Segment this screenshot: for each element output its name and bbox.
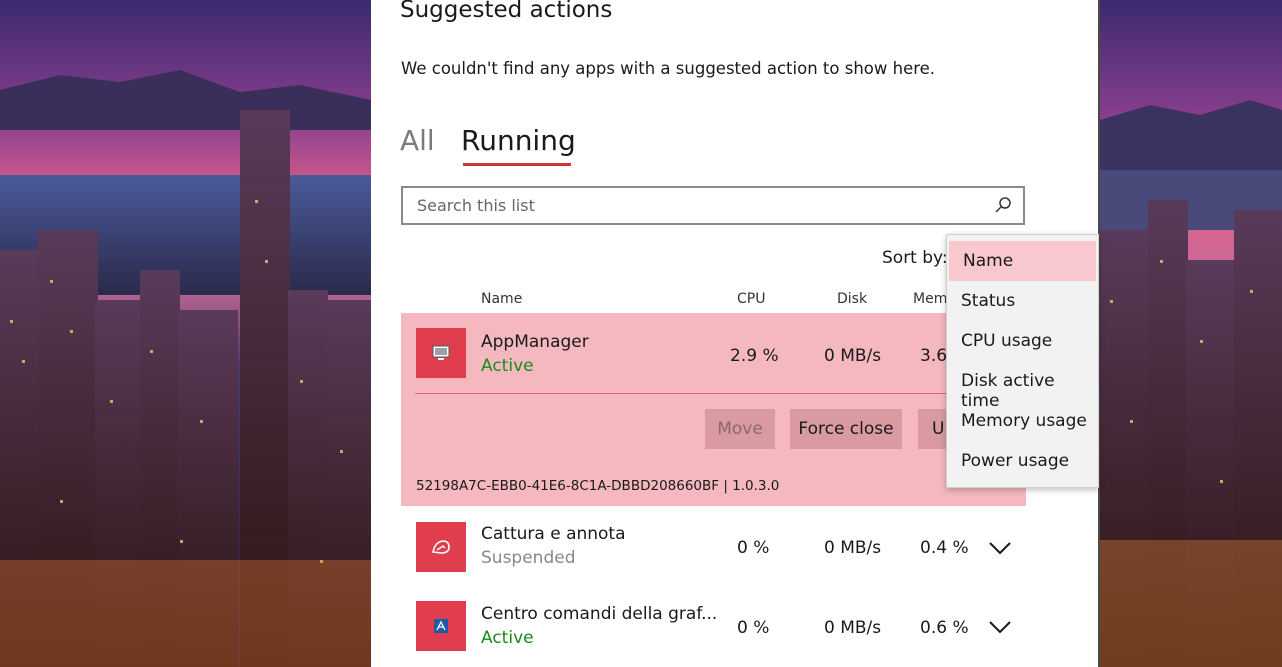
tab-selected-indicator: [463, 163, 571, 166]
app-icon: [416, 328, 466, 378]
move-button[interactable]: Move: [705, 409, 775, 449]
search-box[interactable]: Search this list: [401, 186, 1025, 225]
app-disk: 0 MB/s: [824, 538, 882, 558]
sort-by-menu: Name Status CPU usage Disk active time M…: [946, 234, 1099, 488]
sort-option-label: CPU usage: [961, 331, 1053, 351]
app-memory: 0.6 %: [920, 618, 969, 638]
column-header-cpu[interactable]: CPU: [737, 291, 765, 307]
app-row-cattura[interactable]: Cattura e annota Suspended 0 % 0 MB/s 0.…: [401, 507, 1026, 587]
page-title: Suggested actions: [400, 0, 613, 23]
sort-option-cpu-usage[interactable]: CPU usage: [947, 321, 1098, 361]
app-status: Active: [481, 356, 534, 376]
sort-option-name[interactable]: Name: [949, 241, 1096, 281]
app-memory: 0.4 %: [920, 538, 969, 558]
app-cpu: 0 %: [737, 538, 770, 558]
column-header-name[interactable]: Name: [481, 291, 522, 307]
sort-option-status[interactable]: Status: [947, 281, 1098, 321]
column-header-memory[interactable]: Mem: [913, 291, 947, 307]
sort-option-label: Status: [961, 291, 1016, 311]
row-divider: [415, 393, 1025, 394]
graphics-command-center-icon: [434, 619, 448, 633]
app-name: Cattura e annota: [481, 524, 626, 544]
app-row-appmanager[interactable]: AppManager Active 2.9 % 0 MB/s 3.6 Move …: [401, 313, 1026, 506]
sort-by-label: Sort by:: [882, 248, 948, 268]
chevron-down-icon[interactable]: [988, 540, 1012, 556]
search-input[interactable]: Search this list: [417, 196, 535, 215]
app-name: Centro comandi della graf...: [481, 604, 718, 624]
app-disk: 0 MB/s: [824, 618, 882, 638]
tab-running[interactable]: Running: [461, 124, 576, 157]
monitor-icon: [432, 345, 450, 360]
app-disk: 0 MB/s: [824, 346, 882, 366]
tab-all[interactable]: All: [400, 124, 435, 157]
app-icon: [416, 522, 466, 572]
search-icon[interactable]: [993, 195, 1013, 215]
app-cpu: 2.9 %: [730, 346, 779, 366]
app-name: AppManager: [481, 332, 589, 352]
app-status: Active: [481, 628, 534, 648]
column-header-disk[interactable]: Disk: [837, 291, 867, 307]
chevron-down-icon[interactable]: [988, 619, 1012, 635]
app-cpu: 0 %: [737, 618, 770, 638]
snip-sketch-icon: [432, 540, 450, 554]
force-close-button[interactable]: Force close: [790, 409, 902, 449]
sort-option-power-usage[interactable]: Power usage: [947, 441, 1098, 481]
app-row-centro-comandi[interactable]: Centro comandi della graf... Active 0 % …: [401, 587, 1026, 667]
sort-option-label: Name: [963, 251, 1014, 271]
sort-option-label: Memory usage: [961, 411, 1087, 431]
suggested-actions-empty-message: We couldn't find any apps with a suggest…: [401, 59, 936, 78]
app-icon: [416, 601, 466, 651]
app-memory: 3.6: [920, 346, 948, 366]
sort-option-memory-usage[interactable]: Memory usage: [947, 401, 1098, 441]
app-status: Suspended: [481, 548, 576, 568]
sort-option-label: Power usage: [961, 451, 1070, 471]
sort-option-disk-active-time[interactable]: Disk active time: [947, 361, 1098, 411]
app-id-version: 52198A7C-EBB0-41E6-8C1A-DBBD208660BF | 1…: [416, 478, 780, 494]
